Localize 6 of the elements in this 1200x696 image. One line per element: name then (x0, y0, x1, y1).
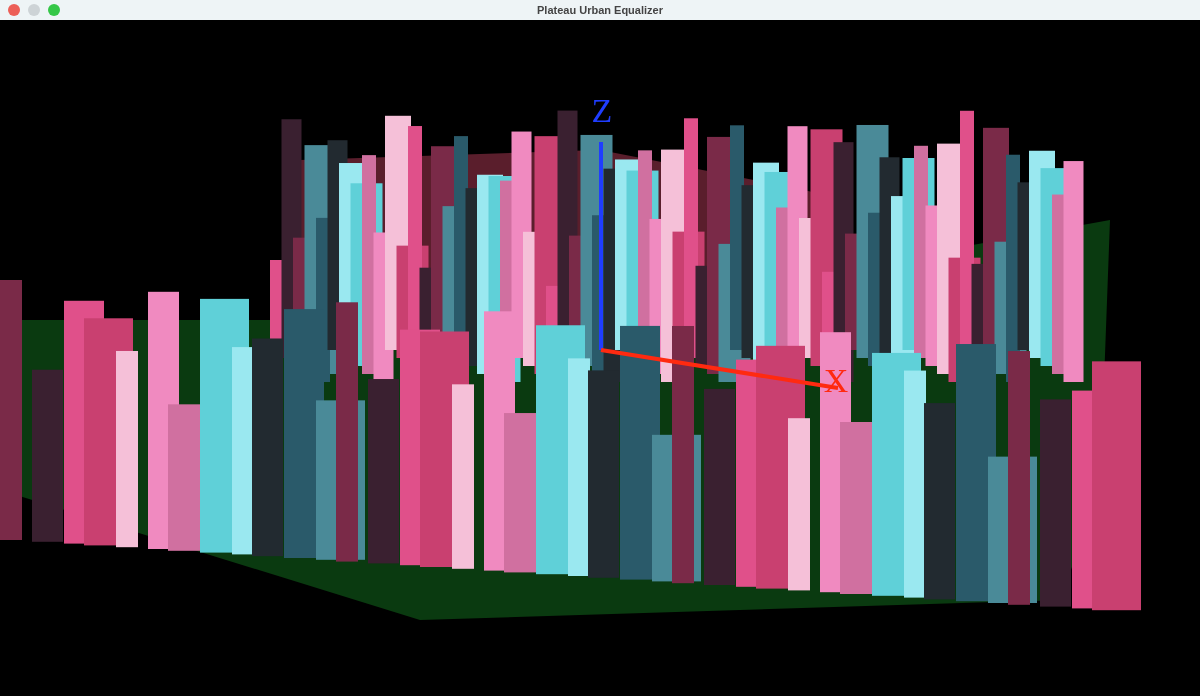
zoom-button[interactable] (48, 4, 60, 16)
window-title: Plateau Urban Equalizer (537, 4, 663, 16)
axis-label: Z (591, 92, 613, 129)
axis-label: X (823, 362, 849, 399)
minimize-button[interactable] (28, 4, 40, 16)
close-button[interactable] (8, 4, 20, 16)
